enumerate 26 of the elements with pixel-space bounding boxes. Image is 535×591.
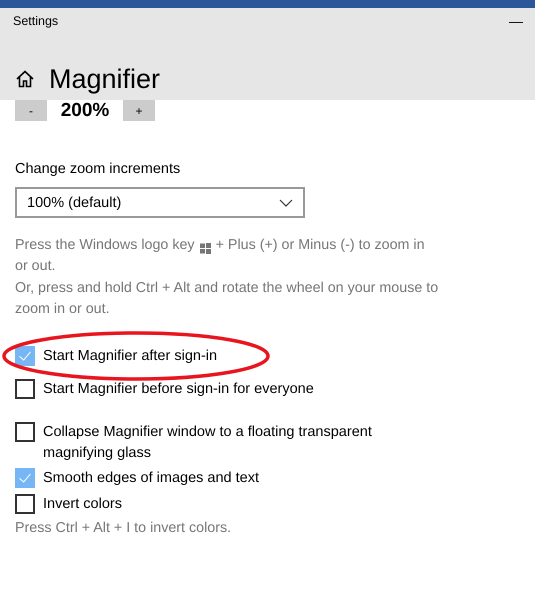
windows-logo-icon — [200, 240, 211, 251]
checkbox[interactable] — [15, 422, 35, 442]
zoom-level: 200% — [60, 100, 110, 122]
help-text: + Plus (+) or Minus (-) to zoom in — [216, 236, 425, 255]
page-title: Magnifier — [49, 63, 160, 96]
checkbox[interactable] — [15, 468, 35, 488]
checkbox-label: Start Magnifier after sign-in — [43, 347, 218, 366]
checkbox-label: Smooth edges of images and text — [43, 469, 260, 488]
help-text: Press Ctrl + Alt + I to invert colors. — [15, 519, 232, 538]
help-text: or out. — [15, 257, 56, 276]
window-title: Settings — [13, 14, 58, 28]
checkbox-label: Collapse Magnifier window to a floating transparent magnifying glass — [43, 423, 373, 463]
help-text: Or, press and hold Ctrl + Alt and rotate the wheel on your mouse to zoom in or out. — [15, 280, 438, 317]
chevron-down-icon — [279, 198, 293, 206]
field-label: Change zoom increments — [15, 161, 182, 177]
zoom-increments-dropdown[interactable]: 100% (default) — [15, 187, 305, 218]
checkbox[interactable] — [15, 346, 35, 366]
checkbox-label: Start Magnifier before sign-in for everyone — [43, 380, 315, 399]
checkbox-label: Invert colors — [43, 495, 123, 514]
help-text: Press the Windows logo key — [15, 236, 195, 255]
checkbox[interactable] — [15, 379, 35, 399]
minimize-button[interactable]: — — [505, 13, 527, 29]
home-icon[interactable] — [15, 69, 35, 89]
checkbox[interactable] — [15, 494, 35, 514]
zoom-in-button[interactable]: + — [123, 100, 155, 121]
zoom-out-button[interactable]: - — [15, 100, 47, 121]
